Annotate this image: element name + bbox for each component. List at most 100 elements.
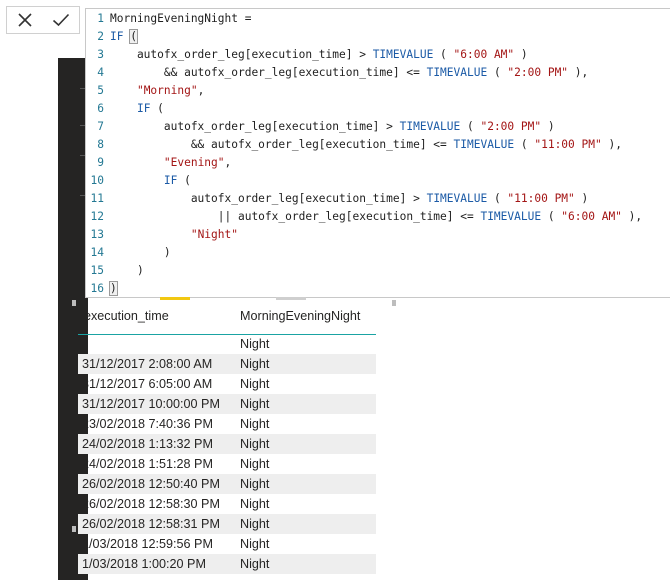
table-row[interactable]: 31/12/2017 6:05:00 AM Night [78,374,376,394]
dax-code: ) [110,246,171,259]
code-line[interactable]: 5 "Morning", [86,82,204,100]
cell-execution-time: 26/02/2018 12:58:31 PM [82,517,220,531]
commit-button[interactable] [49,8,73,32]
dax-code [110,228,191,241]
dax-string: "2:00 PM" [480,120,542,133]
dax-string: "Evening" [163,156,225,169]
table-row[interactable]: 26/02/2018 12:58:30 PM Night [78,494,376,514]
table-row[interactable]: 1/03/2018 1:00:20 PM Night [78,554,376,574]
dax-code: && autofx_order_leg[execution_time] <= [110,138,454,151]
dax-code: ( [487,66,508,79]
dax-code: ) [110,264,144,277]
dax-code: autofx_order_leg[execution_time] > [110,48,373,61]
code-line[interactable]: 1 MorningEveningNight = [86,10,251,28]
code-line[interactable]: 11 autofx_order_leg[execution_time] > TI… [86,190,589,208]
line-number: 3 [97,48,104,61]
dax-code: ( [433,48,454,61]
column-header-morning-evening-night[interactable]: MorningEveningNight [240,306,360,326]
cell-morning-evening-night: Night [240,397,270,411]
code-line[interactable]: 8 && autofx_order_leg[execution_time] <=… [86,136,622,154]
table-row[interactable]: 26/02/2018 12:50:40 PM Night [78,474,376,494]
cell-execution-time: 23/02/2018 7:40:36 PM [82,417,213,431]
dax-code: ( [150,102,164,115]
table-row[interactable]: 31/12/2017 10:00:00 PM Night [78,394,376,414]
resize-handle[interactable] [392,300,396,306]
dax-string: "11:00 PM" [507,192,575,205]
line-number: 11 [90,192,104,205]
code-line[interactable]: 7 autofx_order_leg[execution_time] > TIM… [86,118,554,136]
dax-code: ) [514,48,528,61]
formula-commit-toolbar [6,6,80,34]
line-number: 2 [97,30,104,43]
table-visual[interactable]: execution_time MorningEveningNight Night… [72,300,396,580]
code-line[interactable]: 6 IF ( [86,100,164,118]
line-number: 4 [97,66,104,79]
dax-code: ) [109,281,118,296]
cell-execution-time: 26/02/2018 12:50:40 PM [82,477,220,491]
dax-code [110,174,164,187]
line-number: 10 [90,174,104,187]
dax-code [110,102,137,115]
dax-code: ( [460,120,481,133]
cell-morning-evening-night: Night [240,417,270,431]
dax-code [110,84,137,97]
code-line[interactable]: 2 IF ( [86,28,138,46]
checkmark-icon [52,13,70,27]
cell-execution-time: 24/02/2018 1:51:28 PM [82,457,213,471]
cell-execution-time: 26/02/2018 12:58:30 PM [82,497,220,511]
table-row[interactable]: 24/02/2018 1:51:28 PM Night [78,454,376,474]
dax-code: ), [621,210,643,223]
dax-keyword: TIMEVALUE [453,138,515,151]
code-line[interactable]: 10 IF ( [86,172,191,190]
cell-morning-evening-night: Night [240,457,270,471]
code-line[interactable]: 4 && autofx_order_leg[execution_time] <=… [86,64,588,82]
line-number: 6 [97,102,104,115]
cell-morning-evening-night: Night [240,437,270,451]
column-header-execution-time[interactable]: execution_time [84,306,169,326]
cell-execution-time: 31/12/2017 2:08:00 AM [82,357,213,371]
resize-handle[interactable] [72,526,76,532]
table-row[interactable]: 1/03/2018 12:59:56 PM Night [78,534,376,554]
cell-execution-time: 31/12/2017 6:05:00 AM [82,377,213,391]
dax-code: autofx_order_leg[execution_time] > [110,120,400,133]
dax-code: autofx_order_leg[execution_time] > [110,192,427,205]
code-line[interactable]: 14 ) [86,244,171,262]
code-line[interactable]: 12 || autofx_order_leg[execution_time] <… [86,208,643,226]
resize-handle[interactable] [72,300,76,306]
dax-keyword: TIMEVALUE [480,210,542,223]
code-line[interactable]: 3 autofx_order_leg[execution_time] > TIM… [86,46,528,64]
cancel-button[interactable] [13,8,37,32]
cell-morning-evening-night: Night [240,377,270,391]
dax-code: ( [541,210,562,223]
close-icon [18,13,32,27]
cell-execution-time: 31/12/2017 10:00:00 PM [82,397,220,411]
cell-morning-evening-night: Night [240,337,270,351]
dax-code: ) [574,192,589,205]
code-line[interactable]: 9 "Evening", [86,154,231,172]
line-number: 16 [90,282,104,295]
table-row[interactable]: 24/02/2018 1:13:32 PM Night [78,434,376,454]
dax-string: "Night" [190,228,238,241]
line-number: 15 [90,264,104,277]
dax-code: , [224,156,232,169]
dax-keyword: IF [136,102,151,115]
dax-code: ), [568,66,589,79]
dax-code: ( [177,174,191,187]
dax-keyword: TIMEVALUE [426,192,488,205]
line-number: 5 [97,84,104,97]
code-line[interactable]: 16) [86,280,118,298]
table-row[interactable]: Night [78,334,376,354]
table-row[interactable]: 23/02/2018 7:40:36 PM Night [78,414,376,434]
code-line[interactable]: 13 "Night" [86,226,238,244]
dax-string: "6:00 AM" [561,210,622,223]
cell-execution-time: 1/03/2018 1:00:20 PM [82,557,206,571]
cell-morning-evening-night: Night [240,477,270,491]
code-line[interactable]: 15 ) [86,262,144,280]
line-number: 1 [97,12,104,25]
dax-string: "11:00 PM" [534,138,602,151]
dax-keyword: IF [163,174,178,187]
table-row[interactable]: 31/12/2017 2:08:00 AM Night [78,354,376,374]
dax-keyword: TIMEVALUE [399,120,461,133]
table-row[interactable]: 26/02/2018 12:58:31 PM Night [78,514,376,534]
formula-editor[interactable]: 1 MorningEveningNight = 2 IF (3 autofx_orde… [85,8,670,298]
